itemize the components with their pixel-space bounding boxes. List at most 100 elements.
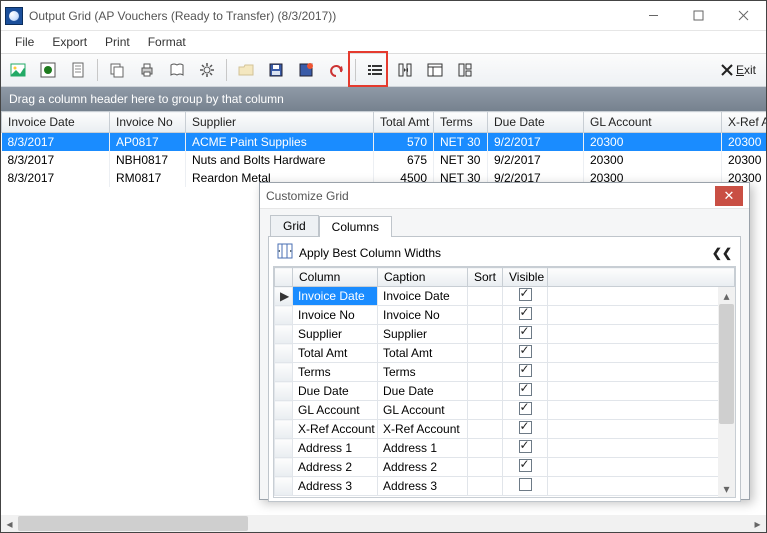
col-name-cell[interactable]: X-Ref Account xyxy=(293,420,378,439)
scrollbar-thumb[interactable] xyxy=(18,516,248,531)
cell-invoice-date[interactable]: 8/3/2017 xyxy=(2,133,110,152)
visible-checkbox[interactable] xyxy=(503,325,548,344)
sort-cell[interactable] xyxy=(468,458,503,477)
copy-icon[interactable] xyxy=(106,59,128,81)
caption-cell[interactable]: Address 3 xyxy=(378,477,468,496)
fit-columns-icon[interactable] xyxy=(277,243,293,262)
close-button[interactable] xyxy=(721,1,766,31)
sort-cell[interactable] xyxy=(468,382,503,401)
list-item[interactable]: Due DateDue Date xyxy=(275,382,735,401)
col-invoice-no[interactable]: Invoice No xyxy=(110,112,186,133)
sort-cell[interactable] xyxy=(468,363,503,382)
cust-col-sort[interactable]: Sort xyxy=(468,268,503,287)
cell-terms[interactable]: NET 30 xyxy=(434,151,488,169)
list-item[interactable]: X-Ref AccountX-Ref Account xyxy=(275,420,735,439)
visible-checkbox[interactable] xyxy=(503,477,548,496)
list-props-icon[interactable] xyxy=(364,59,386,81)
caption-cell[interactable]: Supplier xyxy=(378,325,468,344)
scroll-left-icon[interactable]: ◂ xyxy=(1,515,18,532)
dialog-close-button[interactable]: ✕ xyxy=(715,186,743,206)
print-icon[interactable] xyxy=(136,59,158,81)
document-icon[interactable] xyxy=(67,59,89,81)
visible-checkbox[interactable] xyxy=(503,344,548,363)
cell-total-amt[interactable]: 675 xyxy=(374,151,434,169)
cell-gl-account[interactable]: 20300 xyxy=(584,133,722,152)
col-name-cell[interactable]: Address 1 xyxy=(293,439,378,458)
scrollbar-thumb[interactable] xyxy=(719,304,734,424)
col-xref-account[interactable]: X-Ref Accou xyxy=(722,112,767,133)
list-item[interactable]: Invoice NoInvoice No xyxy=(275,306,735,325)
visible-checkbox[interactable] xyxy=(503,287,548,306)
form-icon[interactable] xyxy=(424,59,446,81)
cell-invoice-no[interactable]: RM0817 xyxy=(110,169,186,187)
columns-narrow-icon[interactable] xyxy=(394,59,416,81)
cell-xref[interactable]: 20300 xyxy=(722,151,767,169)
sort-cell[interactable] xyxy=(468,287,503,306)
list-item[interactable]: Address 2Address 2 xyxy=(275,458,735,477)
col-name-cell[interactable]: Invoice Date xyxy=(293,287,378,306)
minimize-button[interactable] xyxy=(631,1,676,31)
sort-cell[interactable] xyxy=(468,420,503,439)
undo-icon[interactable] xyxy=(325,59,347,81)
cust-col-visible[interactable]: Visible xyxy=(503,268,548,287)
tab-grid[interactable]: Grid xyxy=(270,215,319,236)
visible-checkbox[interactable] xyxy=(503,458,548,477)
record-icon[interactable] xyxy=(37,59,59,81)
col-name-cell[interactable]: Total Amt xyxy=(293,344,378,363)
save-special-icon[interactable] xyxy=(295,59,317,81)
caption-cell[interactable]: Invoice No xyxy=(378,306,468,325)
cust-col-caption[interactable]: Caption xyxy=(378,268,468,287)
menu-file[interactable]: File xyxy=(7,33,42,51)
cell-gl-account[interactable]: 20300 xyxy=(584,151,722,169)
vertical-scrollbar[interactable]: ▴ ▾ xyxy=(718,287,735,497)
menu-format[interactable]: Format xyxy=(140,33,194,51)
list-item[interactable]: Address 1Address 1 xyxy=(275,439,735,458)
visible-checkbox[interactable] xyxy=(503,382,548,401)
menu-print[interactable]: Print xyxy=(97,33,138,51)
caption-cell[interactable]: GL Account xyxy=(378,401,468,420)
col-name-cell[interactable]: Address 2 xyxy=(293,458,378,477)
caption-cell[interactable]: Address 1 xyxy=(378,439,468,458)
caption-cell[interactable]: Total Amt xyxy=(378,344,468,363)
cell-invoice-no[interactable]: AP0817 xyxy=(110,133,186,152)
table-row[interactable]: 8/3/2017AP0817ACME Paint Supplies570NET … xyxy=(2,133,767,152)
cell-xref[interactable]: 20300 xyxy=(722,133,767,152)
collapse-icon[interactable]: ❮❮ xyxy=(712,246,732,260)
list-item[interactable]: ▶Invoice DateInvoice Date xyxy=(275,287,735,306)
cell-invoice-no[interactable]: NBH0817 xyxy=(110,151,186,169)
col-total-amt[interactable]: Total Amt xyxy=(374,112,434,133)
horizontal-scrollbar[interactable]: ◂ ▸ xyxy=(1,515,766,532)
sort-cell[interactable] xyxy=(468,306,503,325)
col-invoice-date[interactable]: Invoice Date xyxy=(2,112,110,133)
cell-due-date[interactable]: 9/2/2017 xyxy=(488,133,584,152)
col-terms[interactable]: Terms xyxy=(434,112,488,133)
col-name-cell[interactable]: Supplier xyxy=(293,325,378,344)
scroll-down-icon[interactable]: ▾ xyxy=(718,480,735,497)
caption-cell[interactable]: Address 2 xyxy=(378,458,468,477)
picture-icon[interactable] xyxy=(7,59,29,81)
col-name-cell[interactable]: Due Date xyxy=(293,382,378,401)
cell-supplier[interactable]: Nuts and Bolts Hardware xyxy=(186,151,374,169)
col-name-cell[interactable]: Address 3 xyxy=(293,477,378,496)
maximize-button[interactable] xyxy=(676,1,721,31)
save-icon[interactable] xyxy=(265,59,287,81)
dialog-titlebar[interactable]: Customize Grid ✕ xyxy=(260,183,749,209)
group-by-bar[interactable]: Drag a column header here to group by th… xyxy=(1,87,766,111)
table-row[interactable]: 8/3/2017NBH0817Nuts and Bolts Hardware67… xyxy=(2,151,767,169)
scroll-right-icon[interactable]: ▸ xyxy=(749,515,766,532)
col-name-cell[interactable]: Invoice No xyxy=(293,306,378,325)
visible-checkbox[interactable] xyxy=(503,306,548,325)
sort-cell[interactable] xyxy=(468,439,503,458)
caption-cell[interactable]: Terms xyxy=(378,363,468,382)
list-item[interactable]: TermsTerms xyxy=(275,363,735,382)
caption-cell[interactable]: Due Date xyxy=(378,382,468,401)
cell-total-amt[interactable]: 570 xyxy=(374,133,434,152)
visible-checkbox[interactable] xyxy=(503,363,548,382)
col-name-cell[interactable]: GL Account xyxy=(293,401,378,420)
cell-invoice-date[interactable]: 8/3/2017 xyxy=(2,151,110,169)
col-due-date[interactable]: Due Date xyxy=(488,112,584,133)
sort-cell[interactable] xyxy=(468,344,503,363)
sort-cell[interactable] xyxy=(468,401,503,420)
caption-cell[interactable]: Invoice Date xyxy=(378,287,468,306)
gear-icon[interactable] xyxy=(196,59,218,81)
